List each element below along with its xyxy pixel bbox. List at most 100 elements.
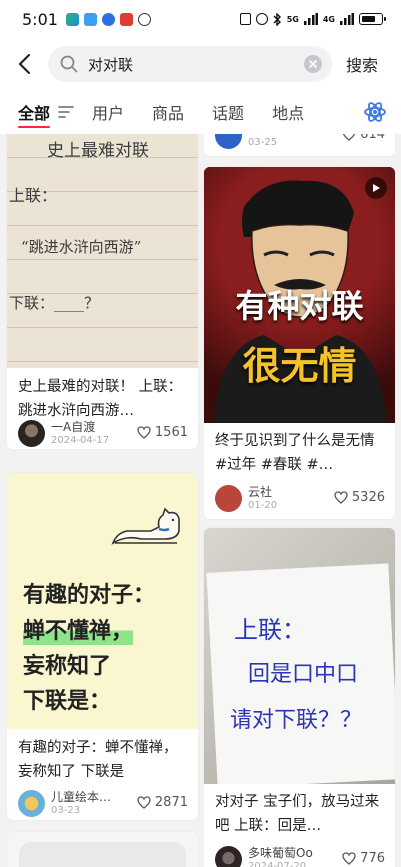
author-name: 儿童绘本… <box>51 790 112 804</box>
tab-users[interactable]: 用户 <box>92 90 124 134</box>
app-notification-icon <box>137 12 151 26</box>
note-card[interactable]: 史上最难对联 上联： “跳进水浒向西游” 下联：____？ 史上最难的对联！ 上… <box>7 134 198 449</box>
heart-icon <box>342 852 356 865</box>
cover-line: 有趣的对子： <box>23 583 156 608</box>
cover-line: 回是口中口 <box>248 662 359 687</box>
post-date: 01-20 <box>248 500 278 511</box>
avatar <box>215 134 242 149</box>
post-date: 2024-04-17 <box>51 435 110 446</box>
note-author[interactable]: 一A自渡 2024-04-17 <box>18 420 109 447</box>
note-title: 史上最难的对联！ 上联：跳进水浒向西游… <box>18 379 183 419</box>
avatar <box>215 846 242 867</box>
signal-icon <box>340 13 354 25</box>
like-button[interactable]: 614 <box>342 134 385 142</box>
search-tabs: 全部 用户 商品 话题 地点 <box>0 90 401 134</box>
filter-icon <box>58 106 74 118</box>
post-date: 2024-07-20 <box>248 861 307 867</box>
like-button[interactable]: 776 <box>342 851 385 866</box>
search-icon <box>60 55 78 73</box>
search-header: 搜索 <box>0 38 401 90</box>
cover-line: 请对下联？？ <box>230 708 363 733</box>
like-count: 1561 <box>154 425 188 440</box>
results-feed: 史上最难对联 上联： “跳进水浒向西游” 下联：____？ 史上最难的对联！ 上… <box>0 134 401 867</box>
back-arrow-icon <box>18 53 31 75</box>
app-notification-icon <box>65 12 79 26</box>
like-button[interactable]: 1561 <box>137 425 188 440</box>
note-title: 有趣的对子：蝉不懂禅，妄称知了 下联是 <box>18 740 178 780</box>
author-meta: 儿童绘本… 03-23 <box>51 790 111 817</box>
cover-line: 上联： <box>234 616 306 644</box>
alarm-icon <box>255 13 268 25</box>
author-name: 多味葡萄Oo <box>248 846 313 860</box>
cover-line: 下联是： <box>23 689 112 714</box>
note-author[interactable]: 多味葡萄Oo 2024-07-20 <box>215 846 313 867</box>
author-name: 一A自渡 <box>51 420 96 434</box>
dog-illustration <box>111 507 180 545</box>
atom-icon <box>364 102 386 122</box>
app-notification-icon <box>101 12 115 26</box>
bluetooth-icon <box>273 12 281 26</box>
note-card[interactable] <box>7 832 198 867</box>
cover-line-highlighted: 蝉不懂禅， <box>23 613 134 645</box>
nfc-icon <box>239 13 251 25</box>
search-button[interactable]: 搜索 <box>346 52 378 76</box>
cover-line: 妄称知了 <box>23 654 112 679</box>
back-button[interactable] <box>0 38 48 90</box>
cover-line: “跳进水浒向西游” <box>21 238 142 256</box>
tab-places[interactable]: 地点 <box>272 90 304 134</box>
note-cover-image: 有趣的对子： 蝉不懂禅， 妄称知了 下联是： <box>7 473 198 729</box>
battery-icon <box>359 13 386 25</box>
heart-icon <box>334 491 348 504</box>
avatar <box>18 790 45 817</box>
author-name: 云社 <box>248 485 273 499</box>
filter-button[interactable] <box>58 106 74 118</box>
ai-assistant-button[interactable] <box>363 100 387 128</box>
network-5g: 5G <box>286 14 299 24</box>
like-count: 5326 <box>351 490 385 505</box>
video-cover-image: 有种对联 很无情 <box>204 167 395 423</box>
author-meta: 云社 01-20 <box>248 485 277 512</box>
signal-icon <box>303 13 318 25</box>
avatar <box>18 420 45 447</box>
like-button[interactable]: 2871 <box>137 795 188 810</box>
lined-paper-image: 史上最难对联 上联： “跳进水浒向西游” 下联：____？ <box>7 134 198 368</box>
status-bar: 5:01 5G 4G <box>0 0 401 38</box>
author-meta: 一A自渡 2024-04-17 <box>51 420 109 447</box>
search-box[interactable] <box>48 46 332 82</box>
note-cover-image: 史上最难对联 上联： “跳进水浒向西游” 下联：____？ <box>7 134 198 368</box>
note-author[interactable]: 03-25 <box>215 134 277 149</box>
note-card[interactable]: 有趣的对子： 蝉不懂禅， 妄称知了 下联是： 有趣的对子：蝉不懂禅，妄称知了 下… <box>7 473 198 820</box>
heart-icon <box>342 134 356 141</box>
clear-search-button[interactable] <box>304 55 322 73</box>
app-notification-icon <box>119 12 133 26</box>
cover-line: 很无情 <box>242 344 357 388</box>
note-card[interactable]: 03-25 614 <box>204 134 395 156</box>
post-date: 03-25 <box>248 137 278 148</box>
note-title: 终于见识到了什么是无情 #过年 #春联 #… <box>215 433 375 473</box>
cover-line: 上联： <box>9 186 58 205</box>
note-card[interactable]: 有种对联 很无情 终于见识到了什么是无情 #过年 #春联 #… 云社 01-20… <box>204 167 395 519</box>
tab-topics[interactable]: 话题 <box>212 90 244 134</box>
note-author[interactable]: 云社 01-20 <box>215 485 277 512</box>
status-time: 5:01 <box>22 9 58 29</box>
author-meta: 03-25 <box>248 134 277 149</box>
play-icon <box>372 184 380 192</box>
avatar <box>215 485 242 512</box>
heart-icon <box>137 796 151 809</box>
tab-products[interactable]: 商品 <box>152 90 184 134</box>
note-author[interactable]: 儿童绘本… 03-23 <box>18 790 111 817</box>
play-button[interactable] <box>365 177 387 199</box>
like-button[interactable]: 5326 <box>334 490 385 505</box>
tab-all[interactable]: 全部 <box>18 90 51 134</box>
search-input[interactable] <box>86 54 304 74</box>
app-notification-icon <box>83 12 97 26</box>
like-count: 2871 <box>154 795 188 810</box>
note-card[interactable]: 上联： 回是口中口 请对下联？？ 对对子 宝子们，放马过来吧 上联：回是… 多味… <box>204 528 395 867</box>
post-date: 03-23 <box>51 805 81 816</box>
cover-line: 有种对联 <box>235 287 364 325</box>
cover-heading: 史上最难对联 <box>47 141 149 161</box>
status-left: 5:01 <box>22 10 151 29</box>
status-right: 5G 4G <box>239 12 386 26</box>
note-cover-image <box>7 832 198 867</box>
heart-icon <box>137 426 151 439</box>
